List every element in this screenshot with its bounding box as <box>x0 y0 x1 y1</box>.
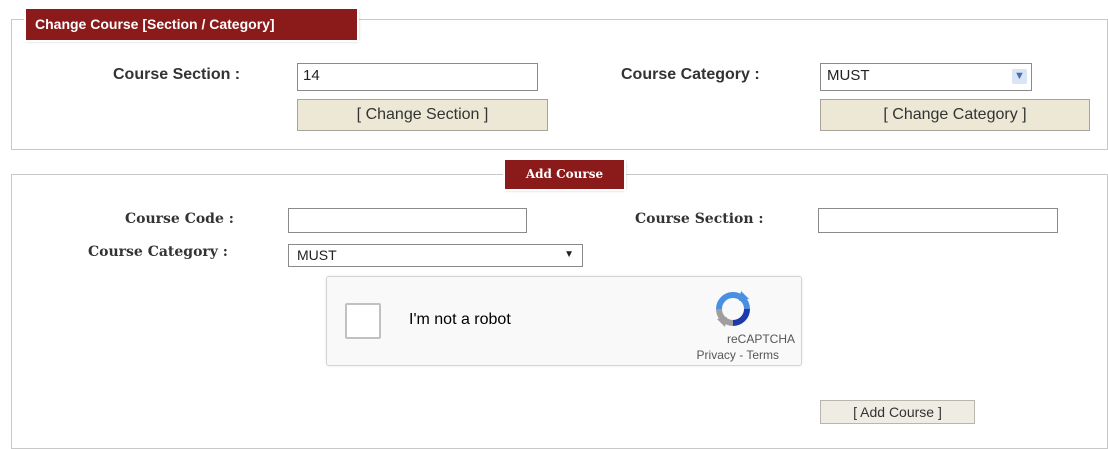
add-course-button[interactable]: [ Add Course ] <box>820 400 975 424</box>
add-course-section-input[interactable] <box>818 208 1058 233</box>
course-code-label: Course Code : <box>125 211 234 227</box>
change-category-button[interactable]: [ Change Category ] <box>820 99 1090 131</box>
add-course-legend: Add Course <box>505 160 624 189</box>
course-category-label: Course Category : <box>621 66 760 83</box>
add-course-section-label: Course Section : <box>635 211 764 227</box>
course-section-input[interactable]: 14 <box>297 63 538 91</box>
course-category-select[interactable]: MUST ▼ <box>820 63 1032 91</box>
add-course-category-select[interactable]: MUST ▼ <box>288 244 583 267</box>
recaptcha-links[interactable]: Privacy - Terms <box>697 348 779 362</box>
recaptcha-checkbox[interactable] <box>345 303 381 339</box>
course-section-label: Course Section : <box>113 66 241 83</box>
recaptcha-brand: reCAPTCHA <box>726 332 795 346</box>
add-course-category-value: MUST <box>297 247 337 263</box>
caret-down-icon: ▼ <box>564 249 574 260</box>
recaptcha-widget: I'm not a robot reCAPTCHA Privacy - Term… <box>326 276 802 366</box>
change-section-button[interactable]: [ Change Section ] <box>297 99 548 131</box>
course-category-value: MUST <box>827 67 870 84</box>
change-course-legend: Change Course [Section / Category] <box>26 9 357 40</box>
course-code-input[interactable] <box>288 208 527 233</box>
recaptcha-logo-icon <box>716 291 750 327</box>
chevron-down-icon: ▼ <box>1012 69 1027 84</box>
recaptcha-label: I'm not a robot <box>409 311 511 328</box>
add-course-category-label: Course Category : <box>88 244 228 260</box>
